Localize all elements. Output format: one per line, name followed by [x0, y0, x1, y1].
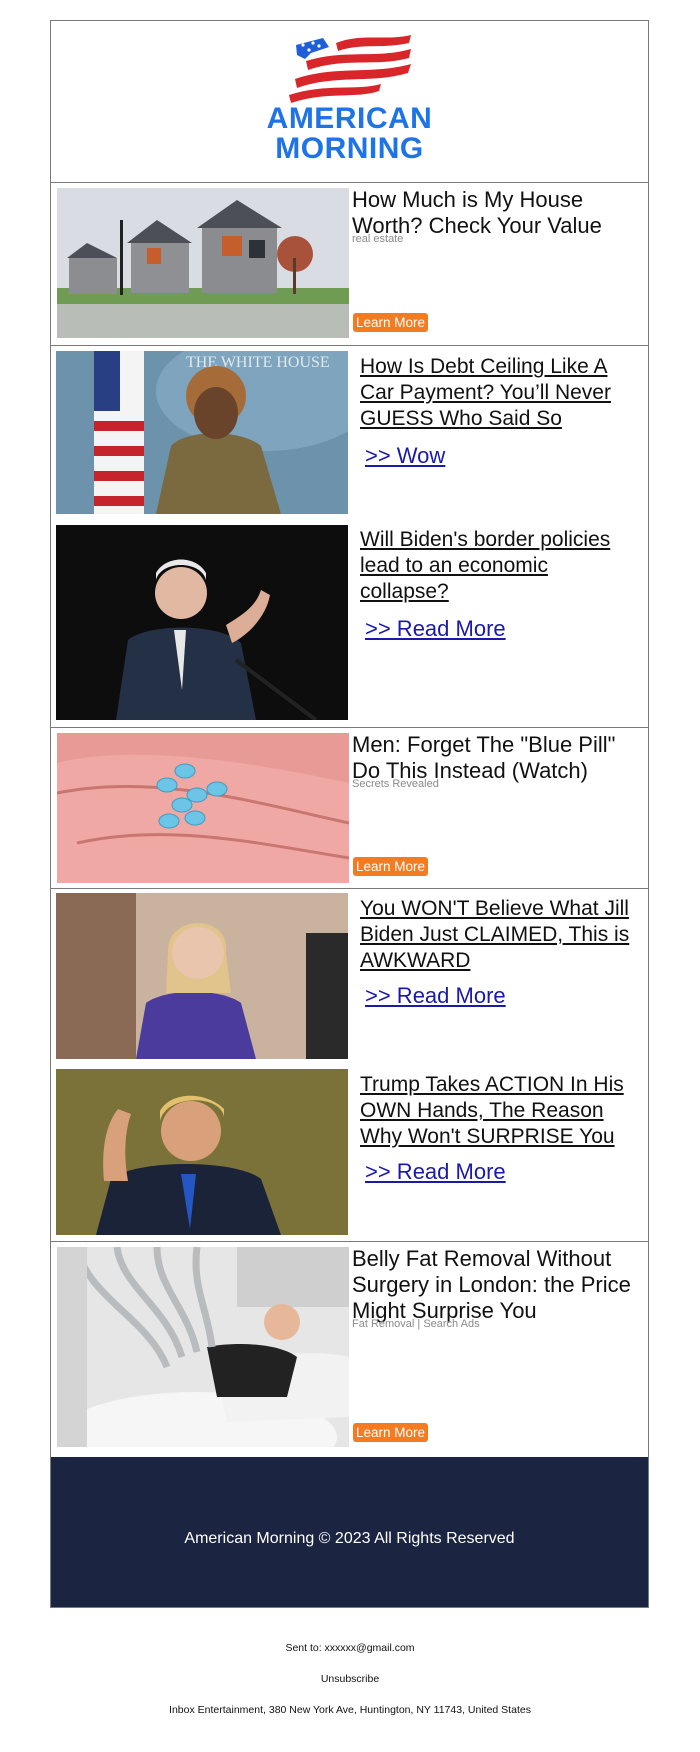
article-title[interactable]: You WON'T Believe What Jill Biden Just C… — [360, 896, 642, 974]
sponsored-ad-pills[interactable]: Men: Forget The "Blue Pill" Do This Inst… — [51, 728, 648, 889]
article-title[interactable]: How Is Debt Ceiling Like A Car Payment? … — [360, 354, 642, 432]
article-title[interactable]: Will Biden's border policies lead to an … — [360, 527, 642, 605]
ad-image-pills[interactable] — [57, 733, 349, 883]
footer-banner: American Morning © 2023 All Rights Reser… — [51, 1457, 648, 1607]
sent-to-text: Sent to: xxxxxx@gmail.com — [285, 1642, 415, 1654]
copyright-text: American Morning © 2023 All Rights Reser… — [184, 1530, 515, 1547]
flag-logo-icon — [289, 35, 411, 103]
ad-title[interactable]: How Much is My House Worth? Check Your V… — [352, 187, 637, 239]
learn-more-button[interactable]: Learn More — [353, 857, 429, 876]
sponsored-ad-clinic[interactable]: Belly Fat Removal Without Surgery in Lon… — [51, 1242, 648, 1457]
article-link[interactable]: >> Read More — [365, 983, 506, 1009]
unsubscribe-link[interactable]: Unsubscribe — [0, 1673, 700, 1685]
ad-category: real estate — [352, 233, 404, 245]
brand-line-2: MORNING — [275, 132, 424, 165]
article-image-briefing[interactable]: THE WHITE HOUSE — [56, 351, 348, 514]
sponsored-ad-house[interactable]: How Much is My House Worth? Check Your V… — [51, 183, 648, 346]
article-group-1: THE WHITE HOUSE How Is Debt Ceiling Like… — [51, 346, 648, 728]
header-logo[interactable]: AMERICAN MORNING — [51, 21, 648, 183]
article-image-woman[interactable] — [56, 893, 348, 1059]
sender-address: Inbox Entertainment, 380 New York Ave, H… — [169, 1704, 531, 1716]
ad-image-clinic[interactable] — [57, 1247, 349, 1447]
article-link[interactable]: >> Read More — [365, 1159, 506, 1185]
ad-title[interactable]: Men: Forget The "Blue Pill" Do This Inst… — [352, 732, 637, 784]
ad-title[interactable]: Belly Fat Removal Without Surgery in Lon… — [352, 1246, 637, 1324]
article-title[interactable]: Trump Takes ACTION In His OWN Hands, The… — [360, 1072, 642, 1150]
article-image-speaker[interactable] — [56, 525, 348, 720]
ad-category: Secrets Revealed — [352, 778, 439, 790]
ad-category: Fat Removal | Search Ads — [352, 1318, 480, 1330]
article-image-man[interactable] — [56, 1069, 348, 1235]
ad-image-houses[interactable] — [57, 188, 349, 338]
article-group-2: You WON'T Believe What Jill Biden Just C… — [51, 889, 648, 1242]
learn-more-button[interactable]: Learn More — [353, 313, 429, 332]
article-link[interactable]: >> Wow — [365, 443, 445, 469]
brand-line-1: AMERICAN — [266, 102, 433, 135]
email-container: AMERICAN MORNING How Much is My House Wo… — [50, 20, 649, 1608]
article-link[interactable]: >> Read More — [365, 616, 506, 642]
learn-more-button[interactable]: Learn More — [353, 1423, 429, 1442]
